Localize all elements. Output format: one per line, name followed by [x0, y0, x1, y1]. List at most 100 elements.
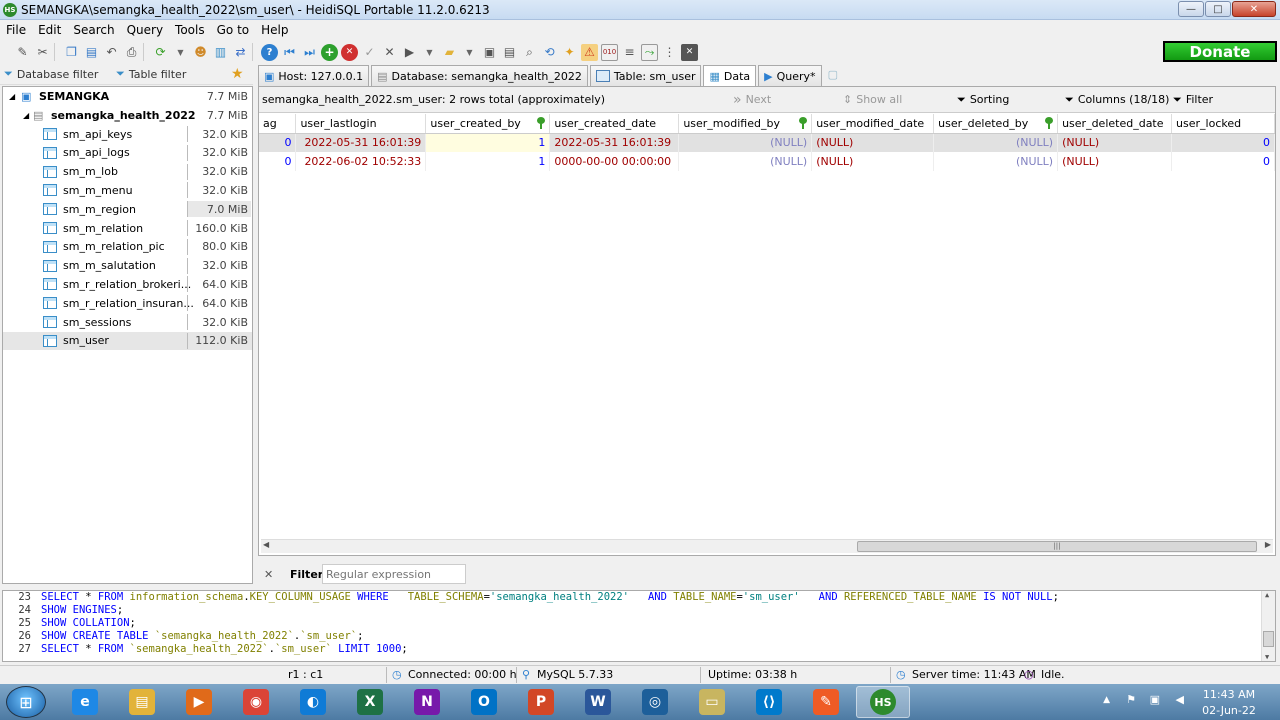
column-header[interactable]: user_created_by — [425, 114, 551, 134]
taskbar-swirl[interactable]: ◎ — [628, 686, 682, 718]
cancel-icon[interactable]: ✕ — [381, 44, 398, 61]
open-dropdown-icon[interactable]: ▼ — [461, 44, 478, 61]
table-cell[interactable]: 0000-00-00 00:00:00 — [549, 152, 680, 171]
menu-search[interactable]: Search — [67, 23, 120, 37]
collapse-icon[interactable]: ◢ — [23, 111, 29, 120]
table-cell[interactable]: 0 — [1171, 133, 1275, 152]
table-cell[interactable]: 2022-05-31 16:01:39 — [295, 133, 427, 152]
table-cell[interactable]: 0 — [259, 152, 297, 171]
tree-table-item[interactable]: sm_m_region 7.0 MiB — [3, 200, 252, 218]
taskbar-excel[interactable]: X — [343, 686, 397, 718]
log-icon[interactable]: ⤳ — [641, 43, 658, 61]
sql-log[interactable]: 23 SELECT * FROM information_schema.KEY_C… — [2, 590, 1276, 662]
table-cell[interactable]: 0 — [259, 133, 297, 152]
column-header[interactable]: user_lastlogin — [295, 114, 427, 134]
exit-icon[interactable]: ✕ — [681, 43, 698, 61]
tree-server[interactable]: ◢ ▣ SEMANGKA 7.7 MiB — [3, 87, 252, 105]
tree-table-item[interactable]: sm_m_menu 32.0 KiB — [3, 181, 252, 199]
column-header[interactable]: user_created_date — [549, 114, 680, 134]
tree-database[interactable]: ◢ ▤ semangka_health_2022 7.7 MiB — [3, 106, 252, 124]
run-icon[interactable]: ▶ — [401, 44, 418, 61]
favorites-star-icon[interactable]: ★ — [231, 66, 244, 82]
connect-icon[interactable]: ✎ — [14, 44, 31, 61]
binary-icon[interactable]: 010 — [601, 43, 618, 61]
refresh-icon[interactable]: ⟳ — [152, 44, 169, 61]
format-icon[interactable]: ✦ — [561, 44, 578, 61]
save-as-icon[interactable]: ▤ — [501, 44, 518, 61]
table-cell[interactable]: 2022-06-02 10:52:33 — [295, 152, 427, 171]
taskbar-vscode[interactable]: ⟨⟩ — [742, 686, 796, 718]
disconnect-icon[interactable]: ✂ — [34, 44, 51, 61]
copy-icon[interactable]: ❐ — [63, 44, 80, 61]
wrap-icon[interactable]: ≡ — [621, 44, 638, 61]
column-header[interactable]: ag — [259, 114, 297, 134]
column-header[interactable]: user_deleted_by — [933, 114, 1059, 134]
table-cell[interactable]: (NULL) — [933, 152, 1059, 171]
table-cell[interactable]: (NULL) — [933, 133, 1059, 152]
scroll-left-icon[interactable]: ◀ — [263, 540, 269, 549]
run-dropdown-icon[interactable]: ▼ — [421, 44, 438, 61]
table-cell[interactable]: 1 — [425, 152, 551, 171]
paste-icon[interactable]: ▤ — [83, 44, 100, 61]
collapse-icon[interactable]: ◢ — [9, 92, 15, 101]
add-record-icon[interactable]: + — [321, 43, 338, 61]
taskbar-powerpoint[interactable]: P — [514, 686, 568, 718]
taskbar-onenote[interactable]: N — [400, 686, 454, 718]
dropdown-arrow-icon[interactable]: ▼ — [172, 44, 189, 61]
last-record-icon[interactable]: ⏭ — [301, 44, 318, 61]
table-cell[interactable]: 2022-05-31 16:01:39 — [549, 133, 680, 152]
tree-table-item[interactable]: sm_api_keys 32.0 KiB — [3, 125, 252, 143]
tree-table-item[interactable]: sm_m_relation_pic 80.0 KiB — [3, 238, 252, 256]
flag-icon[interactable]: ⚑ — [1126, 693, 1136, 706]
save-icon[interactable]: ▣ — [481, 44, 498, 61]
warning-icon[interactable]: ⚠ — [581, 43, 598, 61]
close-button[interactable]: ✕ — [1232, 1, 1276, 17]
maintenance-icon[interactable]: ▥ — [212, 44, 229, 61]
table-filter[interactable]: ⏷ Table filter — [116, 67, 186, 81]
show-all-button[interactable]: ⇕ Show all — [843, 93, 902, 106]
delete-record-icon[interactable]: ✕ — [341, 43, 358, 61]
maximize-button[interactable]: □ — [1205, 1, 1231, 17]
taskbar-heidisql[interactable]: HS — [856, 686, 910, 718]
first-record-icon[interactable]: ⏮ — [281, 44, 298, 61]
table-row[interactable]: 0 2022-05-31 16:01:39 1 2022-05-31 16:01… — [259, 133, 1275, 152]
taskbar-ie[interactable]: e — [58, 686, 112, 718]
open-file-icon[interactable]: ▰ — [441, 44, 458, 61]
tree-table-item[interactable]: sm_m_relation 160.0 KiB — [3, 219, 252, 237]
table-cell[interactable]: (NULL) — [678, 152, 813, 171]
sorting-button[interactable]: ⏷ Sorting — [957, 93, 1009, 107]
clock-time[interactable]: 11:43 AM — [1200, 688, 1258, 701]
table-cell[interactable]: (NULL) — [1057, 152, 1173, 171]
user-manager-icon[interactable]: ☻ — [192, 44, 209, 61]
taskbar-postman[interactable]: ✎ — [799, 686, 853, 718]
more-icon[interactable]: ⋮ — [661, 44, 678, 61]
column-header[interactable]: user_locked — [1171, 114, 1275, 134]
minimize-button[interactable]: — — [1178, 1, 1204, 17]
table-cell[interactable]: (NULL) — [1057, 133, 1173, 152]
column-header[interactable]: user_modified_date — [811, 114, 935, 134]
tab-table[interactable]: Table: sm_user — [589, 65, 702, 86]
taskbar-edge[interactable]: ◐ — [286, 686, 340, 718]
tab-database[interactable]: ▤ Database: semangka_health_2022 — [371, 65, 588, 86]
horizontal-scrollbar[interactable]: ◀ ||| ▶ — [261, 539, 1273, 553]
find-icon[interactable]: ⌕ — [521, 44, 538, 61]
close-filter-icon[interactable]: ✕ — [264, 568, 273, 581]
table-row[interactable]: 0 2022-06-02 10:52:33 1 0000-00-00 00:00… — [259, 152, 1275, 171]
menu-file[interactable]: File — [0, 23, 32, 37]
tree-table-item[interactable]: sm_r_relation_brokeri... 64.0 KiB — [3, 275, 252, 293]
tab-host[interactable]: ▣ Host: 127.0.0.1 — [258, 65, 370, 86]
tree-table-item[interactable]: sm_api_logs 32.0 KiB — [3, 144, 252, 162]
print-icon[interactable]: ⎙ — [123, 44, 140, 61]
table-cell[interactable]: (NULL) — [811, 152, 935, 171]
menu-edit[interactable]: Edit — [32, 23, 67, 37]
tree-table-item[interactable]: sm_m_lob 32.0 KiB — [3, 163, 252, 181]
tree-table-item[interactable]: sm_r_relation_insuran... 64.0 KiB — [3, 294, 252, 312]
tab-query[interactable]: ▶ Query* — [758, 65, 822, 86]
donate-button[interactable]: Donate — [1163, 41, 1277, 62]
menu-tools[interactable]: Tools — [169, 23, 211, 37]
tray-arrow-icon[interactable]: ▲ — [1103, 695, 1110, 705]
taskbar-folder-app[interactable]: ▭ — [685, 686, 739, 718]
tree-table-item[interactable]: sm_m_salutation 32.0 KiB — [3, 257, 252, 275]
new-query-tab-icon[interactable]: ▢ — [828, 68, 838, 86]
table-cell[interactable]: 1 — [425, 133, 551, 152]
